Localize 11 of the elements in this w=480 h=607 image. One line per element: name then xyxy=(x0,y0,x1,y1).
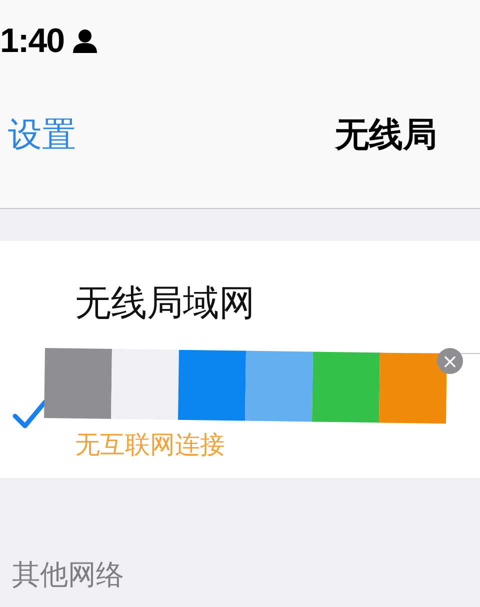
status-time: 1:40 xyxy=(0,22,64,60)
color-swatch[interactable] xyxy=(111,348,179,420)
nav-title: 无线局 xyxy=(335,114,437,157)
color-swatch[interactable] xyxy=(178,350,246,421)
color-swatch[interactable] xyxy=(312,352,380,423)
person-icon xyxy=(72,29,98,53)
color-swatch[interactable] xyxy=(44,348,112,419)
network-status: 无互联网连接 xyxy=(75,428,225,460)
color-swatch[interactable] xyxy=(245,350,313,422)
section-header: 其他网络 xyxy=(11,557,125,593)
back-button[interactable]: 设置 xyxy=(0,111,82,159)
